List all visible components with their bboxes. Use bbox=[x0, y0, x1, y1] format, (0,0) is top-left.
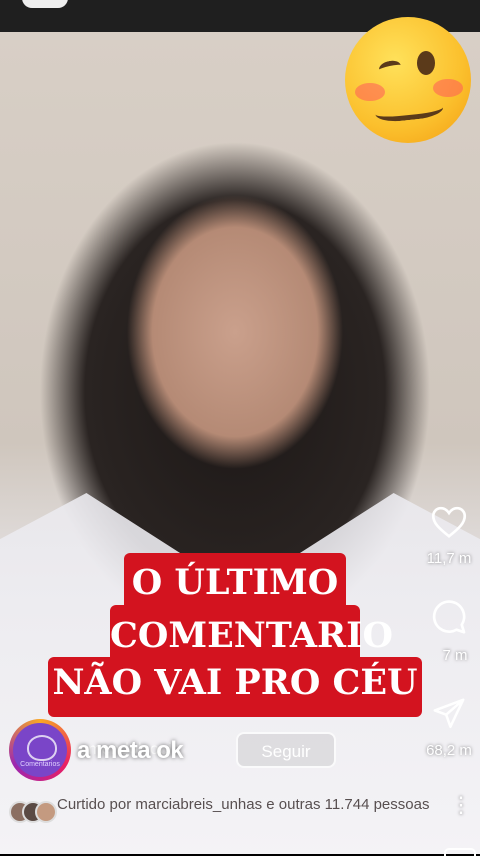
woozy-face-emoji-icon bbox=[345, 17, 471, 143]
avatar-label: Comentarios bbox=[20, 761, 60, 768]
more-vertical-icon[interactable]: ⋮ bbox=[450, 794, 472, 816]
like-action[interactable]: 11,7 m bbox=[418, 505, 480, 567]
avatar-inner: Comentarios bbox=[13, 723, 67, 777]
caption-overlay: O ÚLTIMO COMENTARIO NÃO VAI PRO CÉU bbox=[48, 553, 422, 717]
heart-icon[interactable] bbox=[431, 505, 467, 539]
liked-by-text[interactable]: Curtido por marciabreis_unhas e outras 1… bbox=[57, 795, 437, 815]
caption-line-3: NÃO VAI PRO CÉU bbox=[48, 657, 422, 717]
share-icon[interactable] bbox=[432, 697, 466, 731]
liked-by-avatars bbox=[9, 801, 57, 823]
profile-avatar[interactable]: Comentarios bbox=[9, 719, 71, 781]
bottom-edge-icon bbox=[444, 848, 476, 856]
brain-logo-icon bbox=[27, 735, 57, 761]
shares-count: 68,2 m bbox=[426, 742, 472, 759]
caption-line-1: O ÚLTIMO bbox=[124, 553, 346, 613]
status-pill bbox=[22, 0, 68, 8]
liked-by-prefix: Curtido por bbox=[57, 796, 132, 813]
comments-count: 7 m bbox=[442, 647, 468, 664]
comment-icon[interactable] bbox=[431, 600, 467, 636]
username-overlay-text: a meta ok bbox=[77, 737, 184, 764]
avatar bbox=[35, 801, 57, 823]
liked-by-user[interactable]: marciabreis_unhas bbox=[135, 796, 262, 813]
emoji-cheek bbox=[355, 83, 385, 101]
follow-button[interactable]: Seguir bbox=[236, 732, 336, 768]
comment-action[interactable]: 7 m bbox=[418, 600, 480, 664]
emoji-eye bbox=[377, 58, 403, 77]
caption-line-2: COMENTARIO bbox=[110, 605, 393, 663]
likes-count: 11,7 m bbox=[426, 550, 472, 567]
emoji-mouth bbox=[373, 93, 445, 124]
emoji-eye bbox=[417, 51, 435, 75]
share-action[interactable]: 68,2 m bbox=[418, 697, 480, 759]
liked-by-suffix: e outras 11.744 pessoas bbox=[266, 796, 430, 813]
